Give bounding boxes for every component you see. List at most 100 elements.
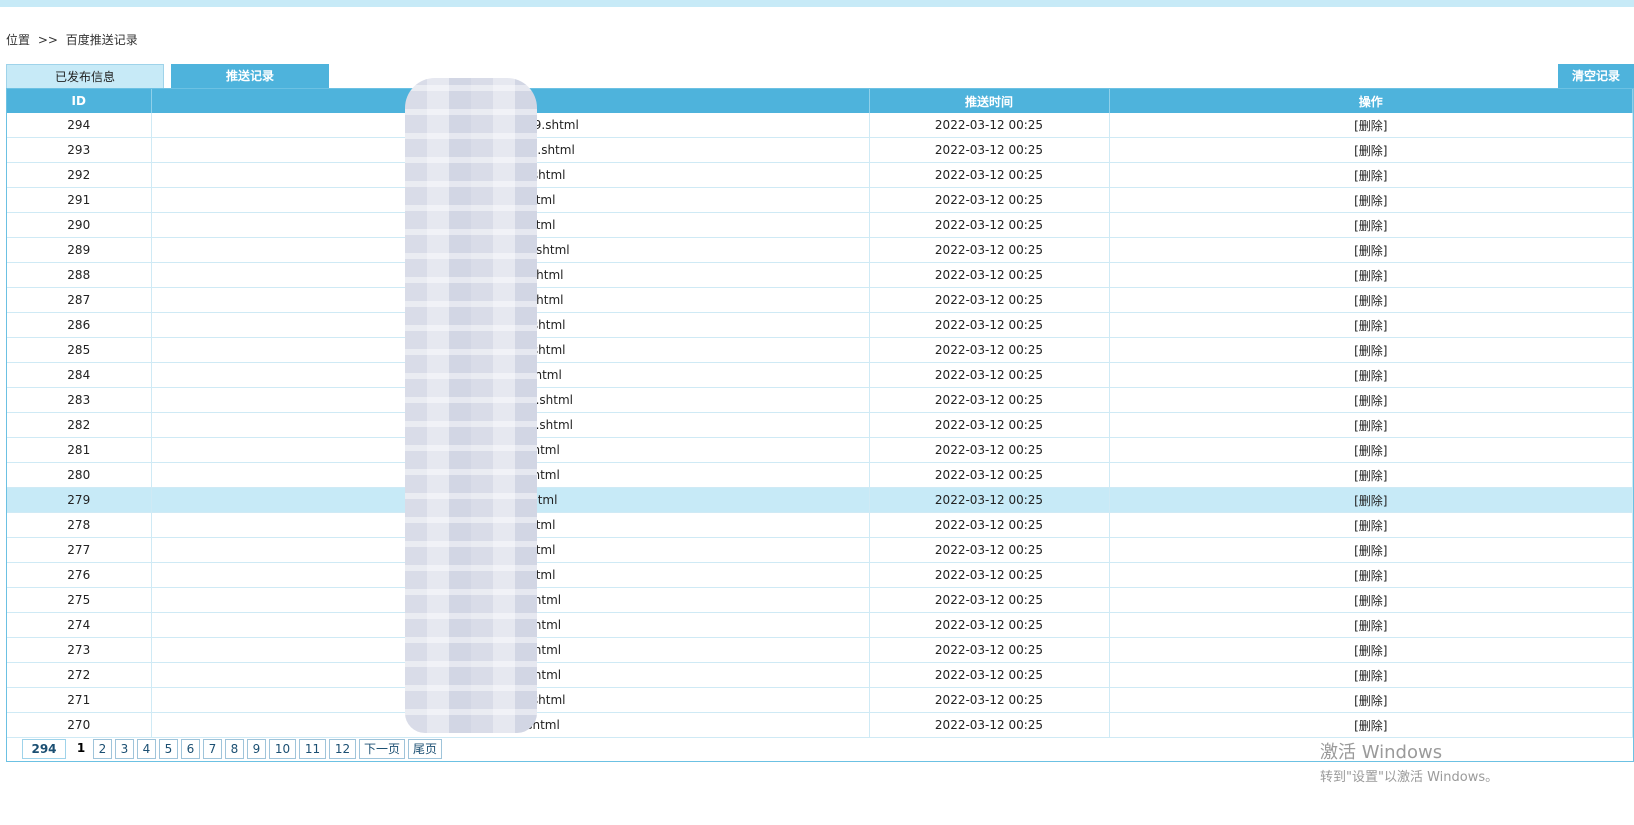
tab-published-info[interactable]: 已发布信息: [6, 64, 164, 89]
cell-time: 2022-03-12 00:25: [869, 412, 1110, 438]
cell-id: 277: [7, 537, 152, 563]
delete-link[interactable]: [删除]: [1109, 462, 1633, 488]
delete-link[interactable]: [删除]: [1109, 437, 1633, 463]
table-row: 284 :t/1356439.shtml2022-03-12 00:25[删除]: [7, 362, 1633, 388]
cell-time: 2022-03-12 00:25: [869, 537, 1110, 563]
watermark-title: 激活 Windows: [1320, 742, 1443, 763]
cell-time: 2022-03-12 00:25: [869, 262, 1110, 288]
table-row: 280 t/1356443.shtml2022-03-12 00:25[删除]: [7, 462, 1633, 488]
table-row: 289http 1356434.shtml2022-03-12 00:25[删除…: [7, 237, 1633, 263]
table-row: 271h t/1356452.shtml2022-03-12 00:25[删除]: [7, 687, 1633, 713]
cell-id: 289: [7, 237, 152, 263]
table-row: 282tps: t/1356441.shtml2022-03-12 00:25[…: [7, 412, 1633, 438]
table-row: 288ht 1356435.shtml2022-03-12 00:25[删除]: [7, 262, 1633, 288]
delete-link[interactable]: [删除]: [1109, 637, 1633, 663]
page-link-12[interactable]: 12: [329, 739, 356, 759]
delete-link[interactable]: [删除]: [1109, 237, 1633, 263]
page-link-10[interactable]: 10: [269, 739, 296, 759]
cell-time: 2022-03-12 00:25: [869, 312, 1110, 338]
cell-id: 279: [7, 487, 152, 513]
table-row: 293https /1356430.shtml2022-03-12 00:25[…: [7, 137, 1633, 163]
cell-time: 2022-03-12 00:25: [869, 337, 1110, 363]
watermark-subtitle: 转到"设置"以激活 Windows。: [1320, 770, 1499, 785]
delete-link[interactable]: [删除]: [1109, 612, 1633, 638]
delete-link[interactable]: [删除]: [1109, 312, 1633, 338]
delete-link[interactable]: [删除]: [1109, 712, 1633, 738]
cell-id: 293: [7, 137, 152, 163]
delete-link[interactable]: [删除]: [1109, 113, 1633, 138]
table-row: 286ht /1356437.shtml2022-03-12 00:25[删除]: [7, 312, 1633, 338]
delete-link[interactable]: [删除]: [1109, 287, 1633, 313]
delete-link[interactable]: [删除]: [1109, 187, 1633, 213]
cell-time: 2022-03-12 00:25: [869, 462, 1110, 488]
delete-link[interactable]: [删除]: [1109, 212, 1633, 238]
breadcrumb-current: 百度推送记录: [65, 33, 138, 47]
cell-id: 273: [7, 637, 152, 663]
total-count: 294: [22, 739, 66, 759]
delete-link[interactable]: [删除]: [1109, 362, 1633, 388]
delete-link[interactable]: [删除]: [1109, 387, 1633, 413]
table-row: 281 t/1356442.shtml2022-03-12 00:25[删除]: [7, 437, 1633, 463]
table-row: 292ht /1356431.shtml2022-03-12 00:25[删除]: [7, 162, 1633, 188]
page-link-3[interactable]: 3: [115, 739, 134, 759]
delete-link[interactable]: [删除]: [1109, 587, 1633, 613]
cell-time: 2022-03-12 00:25: [869, 662, 1110, 688]
cell-id: 281: [7, 437, 152, 463]
page-link-9[interactable]: 9: [247, 739, 266, 759]
delete-link[interactable]: [删除]: [1109, 512, 1633, 538]
table-row: 276 1356447.shtml2022-03-12 00:25[删除]: [7, 562, 1633, 588]
breadcrumb: 位置 >> 百度推送记录: [6, 31, 142, 48]
table-header: ID 链接地址 推送时间 操作: [7, 89, 1633, 113]
redaction-mosaic: [405, 78, 537, 733]
delete-link[interactable]: [删除]: [1109, 662, 1633, 688]
cell-id: 270: [7, 712, 152, 738]
cell-time: 2022-03-12 00:25: [869, 587, 1110, 613]
cell-id: 272: [7, 662, 152, 688]
page-link-7[interactable]: 7: [203, 739, 222, 759]
last-page-button[interactable]: 尾页: [408, 739, 442, 759]
delete-link[interactable]: [删除]: [1109, 137, 1633, 163]
delete-link[interactable]: [删除]: [1109, 262, 1633, 288]
column-header-time: 推送时间: [869, 89, 1110, 113]
column-header-operation: 操作: [1109, 89, 1633, 113]
cell-id: 280: [7, 462, 152, 488]
cell-id: 287: [7, 287, 152, 313]
page-link-6[interactable]: 6: [181, 739, 200, 759]
cell-time: 2022-03-12 00:25: [869, 212, 1110, 238]
cell-time: 2022-03-12 00:25: [869, 512, 1110, 538]
cell-time: 2022-03-12 00:25: [869, 162, 1110, 188]
page-link-2[interactable]: 2: [93, 739, 112, 759]
delete-link[interactable]: [删除]: [1109, 562, 1633, 588]
delete-link[interactable]: [删除]: [1109, 412, 1633, 438]
cell-id: 276: [7, 562, 152, 588]
delete-link[interactable]: [删除]: [1109, 687, 1633, 713]
cell-id: 274: [7, 612, 152, 638]
delete-link[interactable]: [删除]: [1109, 162, 1633, 188]
table-row: 279 /1356444.shtml2022-03-12 00:25[删除]: [7, 487, 1633, 513]
delete-link[interactable]: [删除]: [1109, 537, 1633, 563]
clear-records-button[interactable]: 清空记录: [1558, 64, 1634, 89]
table-row: 274h 1356449.shtml2022-03-12 00:25[删除]: [7, 612, 1633, 638]
cell-id: 288: [7, 262, 152, 288]
cell-time: 2022-03-12 00:25: [869, 437, 1110, 463]
table-row: 273h 1356450.shtml2022-03-12 00:25[删除]: [7, 637, 1633, 663]
page-link-8[interactable]: 8: [225, 739, 244, 759]
page-link-1[interactable]: 1: [74, 739, 88, 757]
page-link-11[interactable]: 11: [299, 739, 326, 759]
page-link-5[interactable]: 5: [159, 739, 178, 759]
delete-link[interactable]: [删除]: [1109, 337, 1633, 363]
cell-id: 271: [7, 687, 152, 713]
page-link-4[interactable]: 4: [137, 739, 156, 759]
cell-time: 2022-03-12 00:25: [869, 562, 1110, 588]
tab-push-records[interactable]: 推送记录: [171, 64, 329, 89]
delete-link[interactable]: [删除]: [1109, 487, 1633, 513]
cell-id: 292: [7, 162, 152, 188]
windows-activation-watermark: 激活 Windows 转到"设置"以激活 Windows。: [1320, 738, 1498, 785]
breadcrumb-location: 位置: [6, 33, 31, 47]
table-row: 272h 1356451.shtml2022-03-12 00:25[删除]: [7, 662, 1633, 688]
cell-time: 2022-03-12 00:25: [869, 237, 1110, 263]
cell-time: 2022-03-12 00:25: [869, 487, 1110, 513]
table-row: 294https:/ /1356429.shtml2022-03-12 00:2…: [7, 113, 1633, 138]
next-page-button[interactable]: 下一页: [359, 739, 405, 759]
table-row: 291 1356432.shtml2022-03-12 00:25[删除]: [7, 187, 1633, 213]
